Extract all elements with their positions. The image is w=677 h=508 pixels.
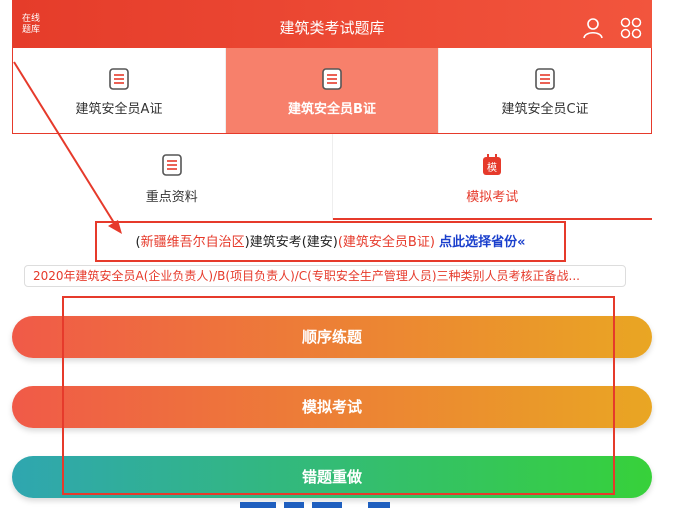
page-title: 建筑类考试题库 [279,19,385,37]
calendar-icon-text: 模 [487,162,497,174]
tab-label: 重点资料 [145,190,198,205]
tab-label: 模拟考试 [466,190,519,205]
tab-cert-a[interactable]: 建筑安全员A证 [13,48,226,133]
document-list-icon [161,154,182,176]
notice-banner[interactable]: 2020年建筑安全员A(企业负责人)/B(项目负责人)/C(专职安全生产管理人员… [24,265,626,287]
cert-tabs: 建筑安全员A证 建筑安全员B证 建筑安全员C证 [12,48,652,134]
tab-key-materials[interactable]: 重点资料 [12,134,333,220]
calendar-exam-icon: 模 [483,154,502,175]
region-exam-name: 建筑安考(建安) [249,235,338,250]
footer-peek [312,502,342,508]
document-list-icon [535,68,555,90]
tab-label: 建筑安全员C证 [501,102,589,117]
document-list-icon [109,68,129,90]
tab-cert-c[interactable]: 建筑安全员C证 [439,48,651,133]
user-icon[interactable] [582,17,604,39]
header-bar: 在线 题库 建筑类考试题库 [12,0,652,48]
redo-wrong-button[interactable]: 错题重做 [12,456,652,498]
tab-cert-b[interactable]: 建筑安全员B证 [226,48,439,133]
tab-label: 建筑安全员A证 [75,102,163,117]
region-cert: (建筑安全员B证) [337,235,435,250]
footer-peek [368,502,390,508]
notice-text: 2020年建筑安全员A(企业负责人)/B(项目负责人)/C(专职安全生产管理人员… [33,269,580,283]
document-list-icon [322,68,342,90]
region-province: 新疆维吾尔自治区 [140,235,245,250]
region-selector: (新疆维吾尔自治区)建筑安考(建安)(建筑安全员B证) 点此选择省份« [95,221,566,262]
mode-tabs: 重点资料 模 模拟考试 [12,134,652,220]
footer-peek [284,502,304,508]
footer-peek [240,502,276,508]
mock-exam-button[interactable]: 模拟考试 [12,386,652,428]
sequential-practice-button[interactable]: 顺序练题 [12,316,652,358]
tab-label: 建筑安全员B证 [288,102,376,117]
tab-mock-exam[interactable]: 模 模拟考试 [332,134,652,220]
select-province-link[interactable]: 点此选择省份« [439,235,525,250]
grid-menu-icon[interactable] [620,17,642,39]
